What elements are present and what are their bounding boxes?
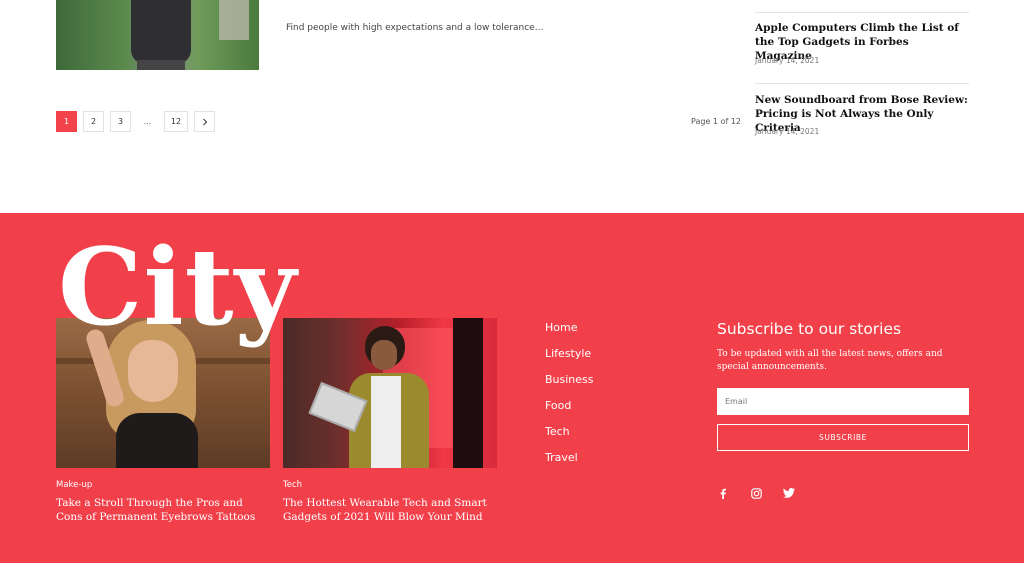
facebook-icon[interactable] — [717, 487, 729, 499]
thumbnail-person — [131, 0, 191, 70]
footer: City Make-up Take a Stroll Through the P… — [0, 213, 1024, 563]
image-face — [371, 340, 397, 370]
site-logo[interactable]: City — [58, 227, 297, 347]
image-pillar — [453, 318, 483, 468]
post-excerpt: Find people with high expectations and a… — [286, 23, 544, 33]
post-thumbnail[interactable] — [56, 0, 259, 70]
page-button-1[interactable]: 1 — [56, 111, 77, 132]
footer-nav-travel[interactable]: Travel — [545, 451, 594, 477]
subscribe-description: To be updated with all the latest news, … — [717, 349, 943, 372]
email-field[interactable] — [717, 388, 969, 415]
thumbnail-building — [219, 0, 249, 40]
page-button-3[interactable]: 3 — [110, 111, 131, 132]
pagination: 1 2 3 ... 12 — [56, 111, 221, 132]
sidebar-post-date: January 14, 2021 — [755, 127, 820, 136]
page-info: Page 1 of 12 — [691, 117, 741, 126]
footer-nav-home[interactable]: Home — [545, 321, 594, 347]
divider — [755, 83, 969, 84]
pagination-ellipsis: ... — [143, 117, 152, 126]
image-shirt — [371, 376, 401, 468]
footer-nav-tech[interactable]: Tech — [545, 425, 594, 451]
next-page-button[interactable] — [194, 111, 215, 132]
page-button-2[interactable]: 2 — [83, 111, 104, 132]
footer-nav-food[interactable]: Food — [545, 399, 594, 425]
image-clothing — [116, 413, 198, 468]
image-face — [128, 340, 178, 402]
social-links — [717, 487, 816, 499]
twitter-icon[interactable] — [783, 487, 795, 499]
footer-nav: Home Lifestyle Business Food Tech Travel — [545, 321, 594, 477]
subscribe-title: Subscribe to our stories — [717, 320, 902, 338]
page-button-last[interactable]: 12 — [164, 111, 188, 132]
instagram-icon[interactable] — [750, 487, 762, 499]
chevron-right-icon — [202, 118, 207, 125]
sidebar-post-date: January 14, 2021 — [755, 56, 820, 65]
footer-post-title[interactable]: The Hottest Wearable Tech and Smart Gadg… — [283, 496, 497, 524]
post-category[interactable]: Tech — [283, 480, 302, 490]
footer-post-title[interactable]: Take a Stroll Through the Pros and Cons … — [56, 496, 270, 524]
subscribe-button[interactable]: SUBSCRIBE — [717, 424, 969, 451]
footer-nav-lifestyle[interactable]: Lifestyle — [545, 347, 594, 373]
post-category[interactable]: Make-up — [56, 480, 92, 490]
footer-post-image[interactable] — [283, 318, 497, 468]
divider — [755, 12, 969, 13]
footer-nav-business[interactable]: Business — [545, 373, 594, 399]
